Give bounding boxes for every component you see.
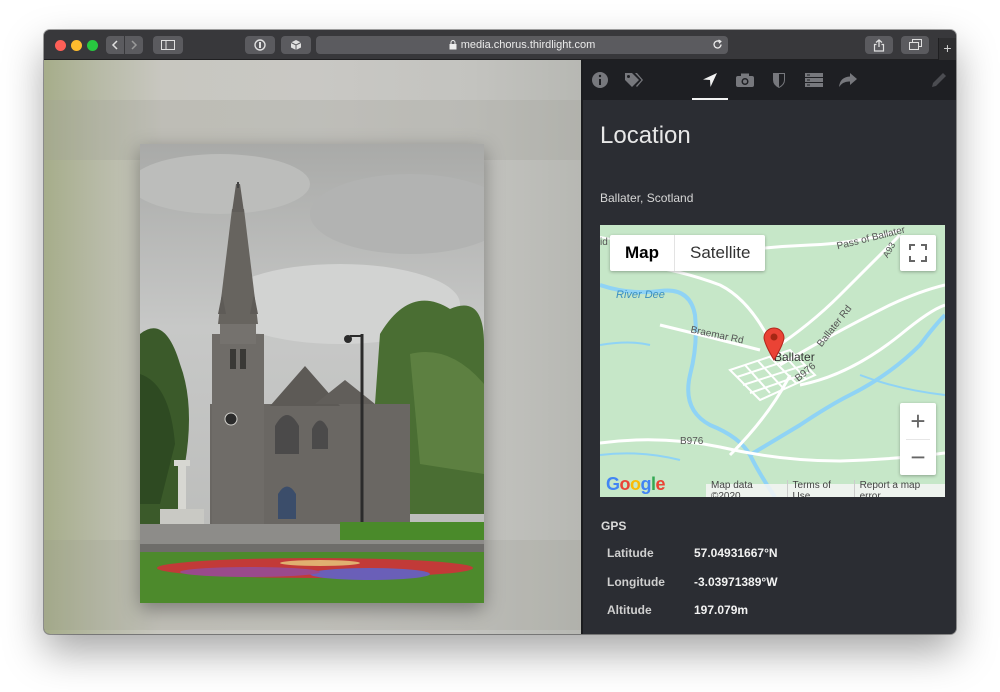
tab-metadata[interactable] [799,60,829,100]
tabs-icon [908,39,922,50]
gps-key: Latitude [607,546,654,560]
address-bar[interactable]: media.chorus.thirdlight.com [316,36,728,54]
fullscreen-icon [909,244,927,262]
cube-icon [290,40,302,50]
browser-window: media.chorus.thirdlight.com + Location B… [44,30,956,634]
lock-icon [449,40,457,50]
chevron-right-icon [131,40,138,50]
tab-share[interactable] [833,60,863,100]
info-icon [592,72,608,88]
location-marker-icon[interactable] [762,325,786,361]
map-type-satellite-button[interactable]: Satellite [675,235,765,271]
sidebar-icon [161,40,175,50]
close-window-button[interactable] [55,40,66,51]
gps-key: Longitude [607,575,665,589]
gps-value: 57.04931667°N [694,546,778,560]
report-map-error-link[interactable]: Report a map error [853,479,945,497]
tags-icon [625,73,643,87]
password-icon [254,39,266,51]
camera-icon [736,73,754,87]
minimize-window-button[interactable] [71,40,82,51]
gps-value: 197.079m [694,603,749,617]
location-arrow-icon [703,73,717,87]
panel-tab-bar [583,60,956,100]
church-photo[interactable] [140,144,484,603]
reload-icon[interactable] [712,39,723,53]
share-icon [873,38,885,52]
gps-value: -3.03971389°W [694,575,778,589]
tab-location[interactable] [692,60,728,100]
extension-button[interactable] [281,36,311,54]
tab-camera[interactable] [730,60,760,100]
url-text: media.chorus.thirdlight.com [460,39,596,51]
tab-edit[interactable] [924,60,954,100]
password-manager-button[interactable] [245,36,275,54]
b976-label-south: B976 [680,436,704,447]
shield-icon [773,73,785,88]
forward-button[interactable] [125,36,143,54]
location-map[interactable]: River Dee Braemar Rd Ballater Rd Pass of… [600,225,945,497]
browser-toolbar: media.chorus.thirdlight.com + [44,30,956,60]
location-place-name: Ballater, Scotland [600,191,694,205]
river-dee-label: River Dee [616,289,665,301]
terms-of-use-link[interactable]: Terms of Use [786,479,854,497]
tab-info[interactable] [585,60,615,100]
share-arrow-icon [839,73,857,87]
new-tab-button[interactable]: + [938,38,956,60]
fullscreen-button[interactable] [900,235,936,271]
map-edge-label: id [600,237,608,248]
chevron-left-icon [111,40,118,50]
tab-overview-button[interactable] [901,36,929,54]
map-type-control: Map Satellite [610,235,766,271]
zoom-in-button[interactable]: + [900,403,936,439]
church-photo-image [140,144,484,603]
back-button[interactable] [106,36,124,54]
zoom-control: + − [900,403,936,475]
image-viewer [44,60,581,634]
map-attribution: Map data ©2020 Terms of Use Report a map… [706,479,945,497]
info-panel: Location Ballater, Scotland River Dee Br… [583,60,956,634]
map-type-map-button[interactable]: Map [610,235,675,271]
sidebar-toggle-button[interactable] [153,36,183,54]
tab-tags[interactable] [619,60,649,100]
pencil-icon [932,73,946,87]
metadata-list-icon [805,73,823,87]
share-button[interactable] [865,36,893,54]
map-data-credit: Map data ©2020 [711,479,753,498]
zoom-out-button[interactable]: − [900,439,936,475]
zoom-window-button[interactable] [87,40,98,51]
gps-key: Altitude [607,603,652,617]
gps-heading: GPS [601,519,627,533]
tab-rights[interactable] [764,60,794,100]
google-logo[interactable]: Google [606,474,666,495]
panel-title: Location [600,122,691,149]
